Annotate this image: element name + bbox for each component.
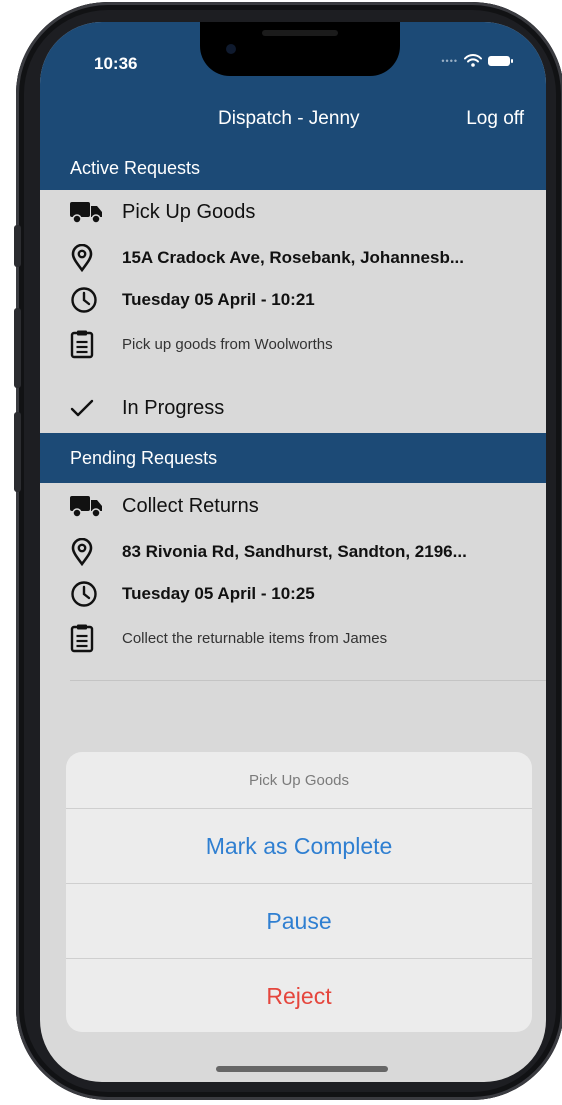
- request-address: 83 Rivonia Rd, Sandhurst, Sandton, 2196.…: [122, 542, 467, 561]
- pause-button[interactable]: Pause: [66, 884, 532, 959]
- request-type-row: Pick Up Goods: [70, 196, 536, 228]
- clipboard-icon: [70, 329, 104, 359]
- active-requests-header: Active Requests: [40, 146, 546, 190]
- request-note-row: Pick up goods from Woolworths: [70, 328, 536, 360]
- request-datetime-row: Tuesday 05 April - 10:25: [70, 578, 536, 610]
- request-status: In Progress: [122, 396, 225, 419]
- request-type-row: Collect Returns: [70, 490, 536, 522]
- request-note-row: Collect the returnable items from James: [70, 622, 536, 654]
- location-pin-icon: [70, 537, 104, 567]
- side-button-mute: [14, 225, 21, 267]
- request-address-row: 83 Rivonia Rd, Sandhurst, Sandton, 2196.…: [70, 536, 536, 568]
- truck-icon: [70, 491, 104, 521]
- request-datetime: Tuesday 05 April - 10:21: [122, 290, 315, 309]
- speaker: [262, 30, 338, 36]
- mark-as-complete-button[interactable]: Mark as Complete: [66, 809, 532, 884]
- page-title: Dispatch - Jenny: [218, 108, 360, 129]
- app-screen: 10:36 •••• Dispatch - Jenny Log off Acti…: [40, 22, 546, 1082]
- request-note: Collect the returnable items from James: [122, 629, 388, 647]
- reject-button[interactable]: Reject: [66, 959, 532, 1032]
- clock-icon: [70, 579, 104, 609]
- home-indicator[interactable]: [216, 1066, 388, 1072]
- action-sheet-title: Pick Up Goods: [66, 752, 532, 809]
- battery-icon: [488, 55, 513, 66]
- wifi-icon: [464, 54, 482, 67]
- pending-requests-header: Pending Requests: [40, 433, 546, 483]
- request-datetime-row: Tuesday 05 April - 10:21: [70, 284, 536, 316]
- notch: [200, 22, 400, 76]
- action-sheet: Pick Up Goods Mark as Complete Pause Rej…: [66, 752, 532, 1032]
- clock-icon: [70, 285, 104, 315]
- side-button-volume-up: [14, 308, 21, 388]
- log-off-button[interactable]: Log off: [466, 108, 524, 130]
- checkmark-icon: [70, 393, 104, 423]
- request-datetime: Tuesday 05 April - 10:25: [122, 584, 315, 603]
- request-type: Pick Up Goods: [122, 200, 256, 223]
- request-address: 15A Cradock Ave, Rosebank, Johannesb...: [122, 248, 465, 267]
- side-button-volume-down: [14, 412, 21, 492]
- pending-requests-title: Pending Requests: [70, 447, 218, 468]
- signal-dots: ••••: [441, 55, 458, 66]
- active-requests-title: Active Requests: [70, 157, 201, 178]
- clipboard-icon: [70, 623, 104, 653]
- request-type: Collect Returns: [122, 494, 259, 517]
- request-note: Pick up goods from Woolworths: [122, 335, 333, 353]
- status-icons: ••••: [441, 54, 513, 67]
- request-address-row: 15A Cradock Ave, Rosebank, Johannesb...: [70, 242, 536, 274]
- truck-icon: [70, 197, 104, 227]
- status-time: 10:36: [94, 54, 138, 73]
- list-divider: [70, 680, 546, 681]
- request-status-row: In Progress: [70, 392, 536, 424]
- location-pin-icon: [70, 243, 104, 273]
- camera: [226, 44, 236, 54]
